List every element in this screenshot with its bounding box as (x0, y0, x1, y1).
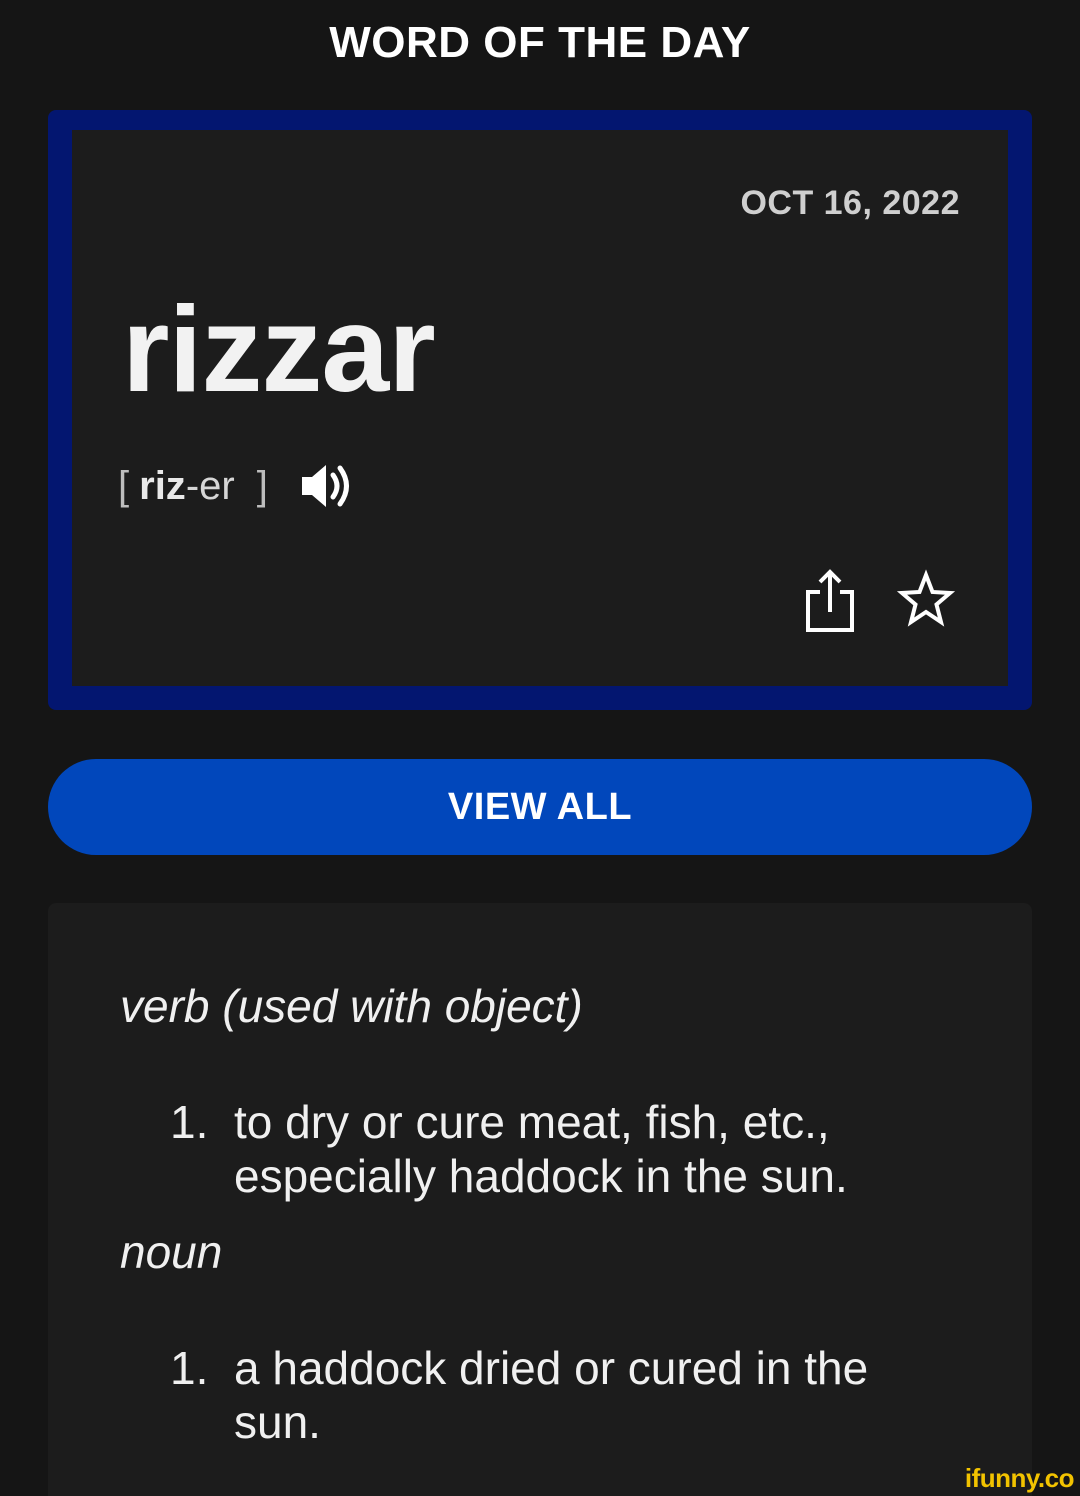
definition-item: 1. to dry or cure meat, fish, etc., espe… (170, 1095, 930, 1203)
definition-text: to dry or cure meat, fish, etc., especia… (234, 1096, 848, 1202)
star-icon[interactable] (896, 568, 956, 634)
speaker-icon[interactable] (298, 460, 358, 512)
pronunciation: [ riz -er ] (118, 460, 358, 512)
part-of-speech-noun: noun (120, 1226, 223, 1278)
pronunciation-close-bracket: ] (256, 463, 268, 508)
share-icon[interactable] (800, 568, 860, 634)
page-title: WORD OF THE DAY (329, 18, 751, 67)
word-of-the-day-card: OCT 16, 2022 rizzar [ riz -er ] (48, 110, 1032, 710)
word-actions (800, 568, 956, 634)
pronunciation-rest: -er (185, 463, 235, 508)
definition-text: a haddock dried or cured in the sun. (234, 1342, 869, 1448)
definition-number: 1. (170, 1096, 209, 1148)
definition-number: 1. (170, 1342, 209, 1394)
word-date: OCT 16, 2022 (740, 184, 960, 222)
pronunciation-stressed-syllable: riz (139, 463, 186, 508)
view-all-button[interactable]: VIEW ALL (48, 759, 1032, 855)
pronunciation-open-bracket: [ (118, 463, 130, 508)
word-card-body: OCT 16, 2022 rizzar [ riz -er ] (72, 130, 1008, 686)
definition-item: 1. a haddock dried or cured in the sun. (170, 1341, 930, 1449)
ifunny-watermark: ifunny.co (964, 1463, 1075, 1493)
definitions-card: verb (used with object) 1. to dry or cur… (48, 903, 1032, 1496)
part-of-speech-verb: verb (used with object) (120, 980, 583, 1032)
word-headword: rizzar (122, 281, 436, 417)
page: WORD OF THE DAY OCT 16, 2022 rizzar [ ri… (0, 0, 1080, 1496)
